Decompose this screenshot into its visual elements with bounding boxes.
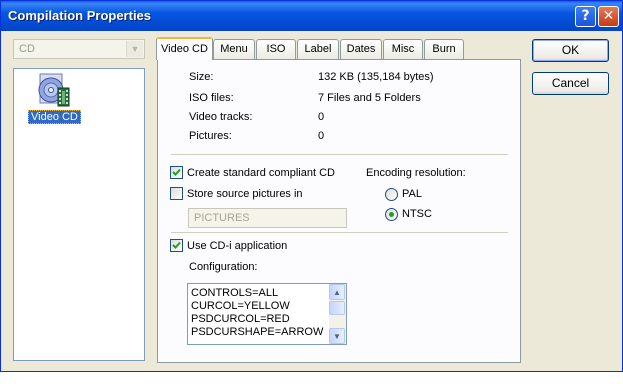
create-standard-label[interactable]: Create standard compliant CD [187, 167, 335, 179]
tab-label: Misc [391, 43, 415, 55]
config-line: CONTROLS=ALL [191, 287, 279, 299]
compilation-properties-dialog: Compilation Properties ? ✕ CD ▼ Video CD… [0, 0, 623, 372]
tab-dates[interactable]: Dates [340, 39, 382, 59]
divider [171, 154, 508, 155]
iso-files-label: ISO files: [189, 92, 234, 104]
radio-selected-dot [389, 212, 394, 217]
configuration-label: Configuration: [189, 261, 258, 273]
background-strip [0, 372, 623, 384]
title-bar[interactable]: Compilation Properties ? ✕ [1, 1, 622, 31]
store-source-checkbox[interactable] [170, 187, 183, 200]
pal-radio[interactable] [385, 188, 398, 201]
store-source-label[interactable]: Store source pictures in [187, 188, 303, 200]
config-line: CURCOL=YELLOW [191, 300, 290, 312]
tab-label: Label [304, 43, 332, 55]
tab-label: Menu [220, 43, 248, 55]
scroll-up-icon[interactable]: ▲ [329, 284, 345, 300]
checkmark-icon [172, 241, 181, 249]
configuration-textbox[interactable]: CONTROLS=ALL CURCOL=YELLOW PSDCURCOL=RED… [187, 283, 347, 345]
close-icon: ✕ [602, 8, 615, 24]
help-icon: ? [581, 8, 590, 24]
scrollbar-thumb[interactable] [329, 301, 345, 315]
config-line: PSDCURSHAPE=ARROW [191, 326, 324, 338]
tab-label: Video CD [161, 43, 208, 55]
size-value: 132 KB (135,184 bytes) [318, 71, 434, 83]
checkmark-icon [172, 168, 181, 176]
vertical-scrollbar[interactable]: ▲ ▼ [329, 284, 346, 344]
use-cdi-label[interactable]: Use CD-i application [187, 240, 287, 252]
encoding-resolution-label: Encoding resolution: [366, 167, 466, 179]
pictures-value: 0 [318, 130, 325, 142]
tab-menu[interactable]: Menu [213, 39, 255, 59]
pictures-folder-field[interactable]: PICTURES [188, 208, 347, 228]
video-tracks-label: Video tracks: [189, 111, 253, 123]
cancel-button[interactable]: Cancel [532, 72, 609, 95]
tab-label: Burn [432, 43, 456, 55]
pal-label[interactable]: PAL [402, 188, 422, 200]
ok-button[interactable]: OK [532, 39, 609, 62]
compilation-type-dropdown[interactable]: CD ▼ [13, 39, 145, 59]
compilation-type-list[interactable]: Video CD [13, 68, 145, 361]
chevron-down-icon[interactable]: ▼ [126, 41, 143, 57]
config-line: PSDCURCOL=RED [191, 313, 290, 325]
iso-files-value: 7 Files and 5 Folders [318, 92, 421, 104]
pictures-label: Pictures: [189, 130, 232, 142]
tab-misc[interactable]: Misc [383, 39, 423, 59]
tab-burn[interactable]: Burn [424, 39, 464, 59]
tab-video-cd[interactable]: Video CD [156, 37, 213, 60]
divider [171, 232, 508, 233]
close-button[interactable]: ✕ [598, 6, 619, 27]
video-cd-icon[interactable] [37, 73, 71, 109]
scroll-down-icon[interactable]: ▼ [329, 328, 345, 344]
tab-label: Dates [346, 43, 376, 55]
ntsc-label[interactable]: NTSC [402, 208, 432, 220]
tab-label: ISO [266, 43, 286, 55]
size-label: Size: [189, 71, 214, 83]
video-tracks-value: 0 [318, 111, 325, 123]
compilation-type-value: CD [19, 43, 35, 55]
video-cd-item-label[interactable]: Video CD [28, 110, 81, 124]
help-button[interactable]: ? [575, 6, 596, 27]
create-standard-checkbox[interactable] [170, 166, 183, 179]
tab-label[interactable]: Label [297, 39, 339, 59]
ntsc-radio[interactable] [385, 208, 398, 221]
window-title: Compilation Properties [8, 8, 152, 23]
tab-iso[interactable]: ISO [256, 39, 296, 59]
use-cdi-checkbox[interactable] [170, 239, 183, 252]
